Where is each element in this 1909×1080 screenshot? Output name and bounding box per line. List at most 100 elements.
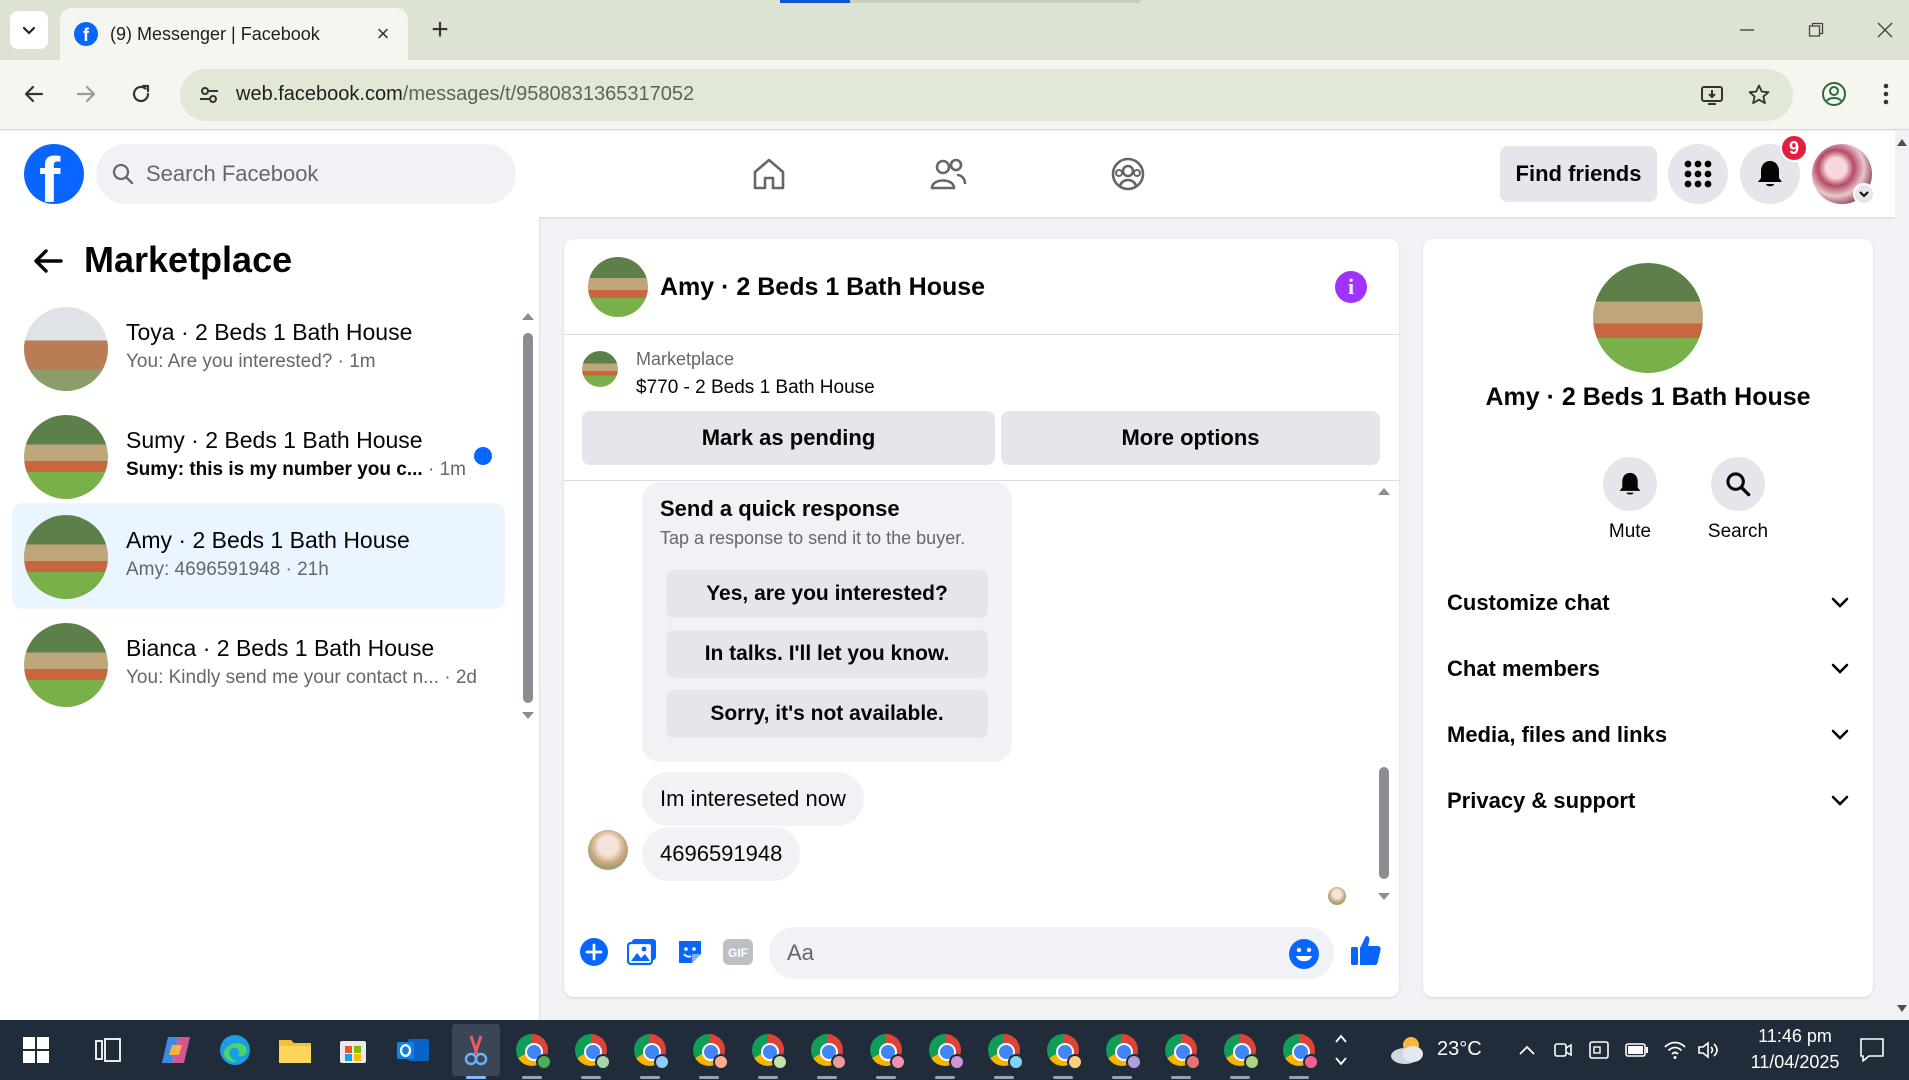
weather-temperature[interactable]: 23°C [1437,1038,1482,1061]
notifications-center-button[interactable] [1852,1030,1892,1070]
install-icon [1701,86,1723,105]
chat-avatar[interactable] [588,257,648,317]
site-info-button[interactable] [192,78,226,112]
browser-tab-messenger[interactable]: f (9) Messenger | Facebook × [60,8,408,60]
clock-time[interactable]: 11:46 pm [1744,1026,1846,1047]
chat-members-section[interactable]: Chat members [1447,639,1849,699]
mute-button[interactable]: Mute [1590,457,1670,543]
start-button[interactable] [16,1030,56,1070]
scroll-thumb[interactable] [523,333,533,703]
taskbar-overflow-button[interactable] [1328,1030,1354,1070]
contact-avatar[interactable] [1593,263,1703,373]
emoji-button[interactable] [1286,936,1322,972]
media-files-links-section[interactable]: Media, files and links [1447,705,1849,765]
message-thread-scrollbar[interactable] [1376,482,1392,907]
privacy-support-section[interactable]: Privacy & support [1447,771,1849,831]
search-in-conversation-button[interactable]: Search [1698,457,1778,543]
facebook-logo[interactable]: f [24,144,84,204]
more-options-button[interactable]: More options [1001,411,1380,465]
outlook-button[interactable] [393,1030,433,1070]
back-button[interactable] [14,74,54,114]
usb-device-icon[interactable] [1585,1030,1613,1070]
address-bar[interactable]: web.facebook.com/messages/t/958083136531… [180,69,1793,121]
chrome-window-button[interactable] [512,1030,552,1070]
edge-browser-button[interactable] [215,1030,255,1070]
forward-button[interactable] [66,74,106,114]
chrome-icon [870,1034,906,1070]
chrome-window-button[interactable] [866,1030,906,1070]
find-friends-button[interactable]: Find friends [1500,146,1657,202]
tab-close-icon[interactable]: × [372,21,394,46]
profile-button[interactable] [1814,74,1854,114]
weather-widget[interactable] [1384,1030,1430,1070]
conversation-item-bianca[interactable]: Bianca · 2 Beds 1 Bath House You: Kindly… [12,611,505,717]
chat-title[interactable]: Amy · 2 Beds 1 Bath House [660,273,985,302]
quick-response-option[interactable]: In talks. I'll let you know. [666,630,988,678]
search-facebook-input[interactable]: Search Facebook [96,144,516,204]
gif-button[interactable]: GIF [720,934,756,970]
listing-price-title[interactable]: $770 - 2 Beds 1 Bath House [636,377,875,399]
conversation-list-scrollbar[interactable] [521,307,535,727]
chrome-window-button[interactable] [1102,1030,1142,1070]
like-button[interactable] [1348,932,1384,968]
browser-menu-button[interactable] [1866,74,1906,114]
back-to-chats-button[interactable] [28,241,68,281]
chrome-window-button[interactable] [984,1030,1024,1070]
mark-as-pending-button[interactable]: Mark as pending [582,411,995,465]
mute-circle[interactable] [1603,457,1657,511]
chrome-window-button[interactable] [748,1030,788,1070]
copilot-button[interactable] [156,1030,196,1070]
conversation-item-sumy[interactable]: Sumy · 2 Beds 1 Bath House Sumy: this is… [12,403,505,509]
account-menu-chevron[interactable] [1853,183,1875,205]
browser-tabstrip: f (9) Messenger | Facebook × + [0,0,1909,60]
chrome-window-button[interactable] [925,1030,965,1070]
menu-button[interactable] [1668,144,1728,204]
customize-chat-section[interactable]: Customize chat [1447,573,1849,633]
quick-response-option[interactable]: Sorry, it's not available. [666,690,988,738]
close-window-button[interactable] [1862,10,1908,50]
message-bubble[interactable]: 4696591948 [642,827,801,881]
chrome-window-button[interactable] [630,1030,670,1070]
install-app-button[interactable] [1696,79,1728,111]
volume-icon[interactable] [1694,1030,1724,1070]
microsoft-store-button[interactable] [333,1030,373,1070]
new-tab-button[interactable]: + [424,13,456,46]
chrome-window-button[interactable] [689,1030,729,1070]
chrome-window-button[interactable] [571,1030,611,1070]
more-actions-button[interactable] [576,934,612,970]
battery-icon[interactable] [1622,1030,1652,1070]
wifi-icon[interactable] [1660,1030,1690,1070]
minimize-button[interactable] [1724,10,1770,50]
message-input[interactable]: Aa [769,927,1334,979]
restore-button[interactable] [1793,10,1839,50]
listing-thumbnail[interactable] [582,351,618,387]
search-circle[interactable] [1711,457,1765,511]
conversation-item-amy[interactable]: Amy · 2 Beds 1 Bath House Amy: 469659194… [12,503,505,609]
message-bubble[interactable]: Im intereseted now [642,772,864,826]
snipping-tool-button[interactable] [452,1024,500,1076]
bookmark-button[interactable] [1743,79,1775,111]
nav-home[interactable] [744,149,794,199]
chrome-window-button[interactable] [1220,1030,1260,1070]
chrome-window-button[interactable] [1043,1030,1083,1070]
nav-groups[interactable] [1103,149,1153,199]
nav-friends[interactable] [923,149,973,199]
page-scrollbar[interactable] [1895,131,1909,1020]
snippet-time: · 21h [280,559,329,580]
tab-search-button[interactable] [10,11,48,49]
meet-now-icon[interactable] [1550,1030,1576,1070]
scroll-thumb[interactable] [1379,767,1389,879]
chrome-window-button[interactable] [1161,1030,1201,1070]
conversation-info-icon[interactable]: i [1335,271,1367,303]
chrome-window-button[interactable] [807,1030,847,1070]
reload-button[interactable] [121,74,161,114]
attach-photo-button[interactable] [624,934,660,970]
quick-response-option[interactable]: Yes, are you interested? [666,570,988,618]
sticker-button[interactable] [672,934,708,970]
file-explorer-button[interactable] [275,1030,315,1070]
chrome-window-button[interactable] [1279,1030,1319,1070]
clock-date[interactable]: 11/04/2025 [1740,1052,1850,1073]
task-view-button[interactable] [88,1030,128,1070]
conversation-item-toya[interactable]: Toya · 2 Beds 1 Bath House You: Are you … [12,295,505,401]
show-hidden-icons-button[interactable] [1514,1030,1540,1070]
